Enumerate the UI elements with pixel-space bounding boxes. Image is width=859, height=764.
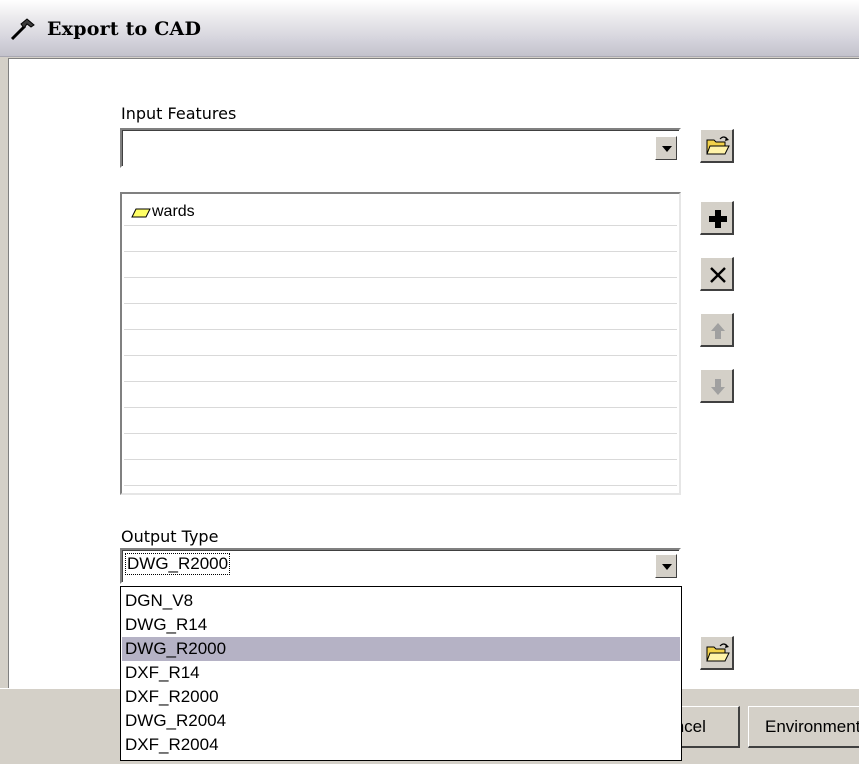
empty-row	[124, 382, 677, 408]
hammer-icon	[8, 18, 36, 42]
output-type-dropdown-list[interactable]: DGN_V8 DWG_R14 DWG_R2000 DXF_R14 DXF_R20…	[120, 586, 682, 761]
option-label: DWG_R14	[125, 615, 208, 634]
input-features-browse-button[interactable]	[700, 129, 734, 163]
output-type-combo[interactable]: DWG_R2000	[120, 548, 681, 584]
dropdown-option[interactable]: DWG_R2004	[122, 709, 680, 733]
option-label: DWG_R2000	[125, 639, 227, 658]
dropdown-option[interactable]: DWG_R14	[122, 613, 680, 637]
close-x-icon	[710, 267, 726, 283]
dropdown-option[interactable]: DGN_V8	[122, 589, 680, 613]
title-bar: Export to CAD	[0, 0, 859, 57]
input-features-label: Input Features	[121, 104, 237, 123]
option-label: DXF_R2000	[125, 687, 219, 706]
list-item-label: wards	[152, 203, 195, 220]
environments-button-label: Environments...	[765, 717, 859, 736]
empty-row	[124, 278, 677, 304]
empty-row	[124, 356, 677, 382]
option-label: DXF_R2004	[125, 735, 219, 754]
input-features-dropdown-button[interactable]	[655, 136, 677, 160]
open-folder-icon	[706, 136, 730, 155]
option-label: DGN_V8	[125, 591, 194, 610]
empty-row	[124, 434, 677, 460]
option-label: DXF_R14	[125, 663, 200, 682]
empty-row	[124, 252, 677, 278]
window-title: Export to CAD	[47, 18, 202, 40]
chevron-down-icon	[662, 564, 672, 570]
empty-row	[124, 460, 677, 486]
empty-row	[124, 304, 677, 330]
remove-button[interactable]	[700, 257, 734, 291]
input-features-combo[interactable]	[120, 128, 681, 168]
dropdown-option[interactable]: DXF_R2004	[122, 733, 680, 757]
chevron-down-icon	[662, 146, 672, 152]
polygon-layer-icon	[131, 208, 151, 218]
add-button[interactable]	[700, 201, 734, 235]
empty-row	[124, 226, 677, 252]
move-up-button[interactable]	[700, 313, 734, 347]
arrow-down-icon	[711, 379, 725, 395]
arrow-up-icon	[711, 323, 725, 339]
open-folder-icon	[706, 643, 730, 662]
dropdown-option-highlighted[interactable]: DWG_R2000	[122, 637, 680, 661]
output-type-label: Output Type	[121, 527, 219, 546]
environments-button[interactable]: Environments...	[748, 706, 859, 748]
input-features-list[interactable]: wards	[120, 192, 681, 495]
output-type-dropdown-button[interactable]	[655, 554, 677, 578]
dropdown-option[interactable]: DXF_R14	[122, 661, 680, 685]
plus-icon	[709, 210, 727, 228]
dropdown-option[interactable]: DXF_R2000	[122, 685, 680, 709]
empty-row	[124, 408, 677, 434]
empty-row	[124, 330, 677, 356]
move-down-button[interactable]	[700, 369, 734, 403]
output-file-browse-button[interactable]	[700, 636, 734, 670]
output-type-value: DWG_R2000	[125, 553, 231, 575]
option-label: DWG_R2004	[125, 711, 227, 730]
list-item[interactable]: wards	[124, 200, 677, 226]
